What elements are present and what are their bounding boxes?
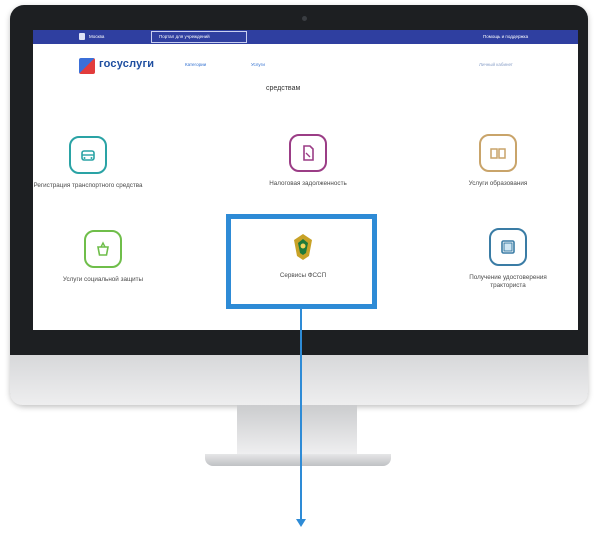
lock-icon [79, 33, 85, 40]
tile-social-protection[interactable]: Услуги социальной защиты [48, 230, 158, 284]
top-bar: Москва Портал для учреждений Помощь и по… [33, 30, 578, 44]
tile-registration[interactable]: Регистрация транспортного средства [33, 136, 143, 190]
arrow-line [300, 305, 302, 525]
document-icon [289, 134, 327, 172]
basket-icon [84, 230, 122, 268]
tile-label: Услуги социальной защиты [62, 276, 144, 283]
nav-services[interactable]: Услуги [251, 62, 265, 67]
tile-label: Получение удостоверения тракториста [469, 274, 547, 289]
nav-categories[interactable]: Категории [185, 62, 206, 67]
login-link[interactable]: Личный кабинет [479, 62, 513, 67]
highlight-frame [226, 214, 377, 309]
stand-neck [237, 405, 357, 457]
support-link[interactable]: Помощь и поддержка [483, 34, 528, 39]
camera [302, 16, 307, 21]
header: госуслуги Категории Услуги Личный кабине… [33, 44, 578, 92]
tile-education[interactable]: Услуги образования [423, 134, 573, 188]
car-icon [69, 136, 107, 174]
tile-label: Услуги образования [468, 180, 528, 187]
screen: Москва Портал для учреждений Помощь и по… [33, 30, 578, 330]
monitor-chin [10, 355, 588, 405]
license-icon [489, 228, 527, 266]
tile-tax-debt[interactable]: Налоговая задолженность [243, 134, 373, 188]
tile-tractor-license[interactable]: Получение удостоверения тракториста [453, 228, 563, 290]
subtitle: средствам [266, 85, 301, 92]
logo-text[interactable]: госуслуги [99, 58, 154, 70]
tile-label: Регистрация транспортного средства [33, 182, 143, 189]
crumb-label[interactable]: Портал для учреждений [159, 34, 210, 39]
stand-base [205, 454, 391, 466]
tile-label: Налоговая задолженность [269, 180, 347, 187]
book-icon [479, 134, 517, 172]
arrow-head-icon [296, 519, 306, 527]
location-label[interactable]: Москва [89, 34, 104, 39]
gosuslugi-logo-icon [79, 58, 95, 74]
